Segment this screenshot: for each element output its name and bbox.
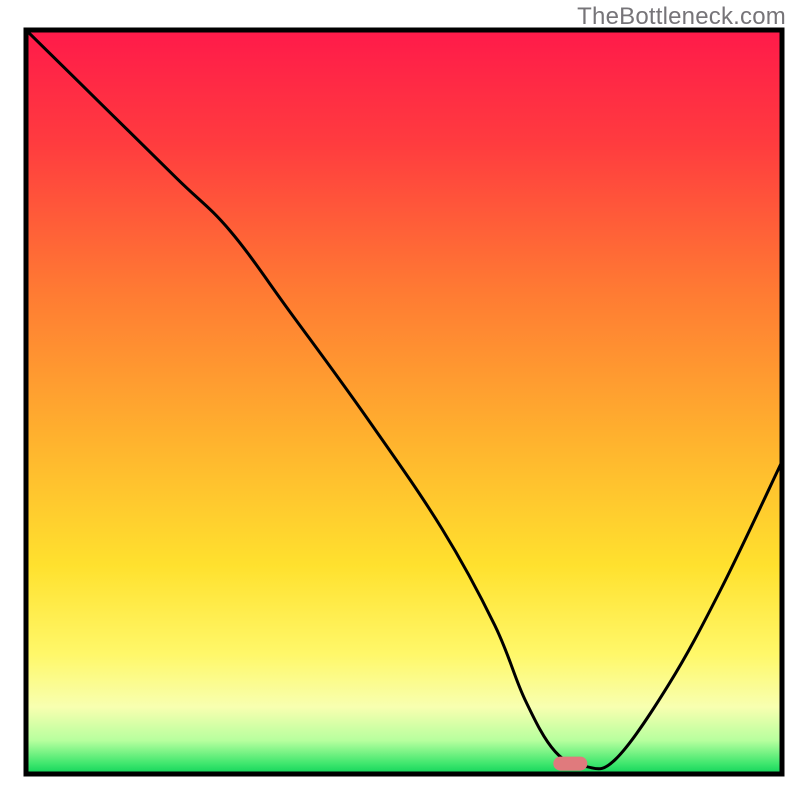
optimal-marker (553, 757, 587, 771)
bottleneck-chart (0, 0, 800, 800)
chart-container: { "watermark": "TheBottleneck.com", "cha… (0, 0, 800, 800)
watermark-text: TheBottleneck.com (577, 3, 786, 31)
